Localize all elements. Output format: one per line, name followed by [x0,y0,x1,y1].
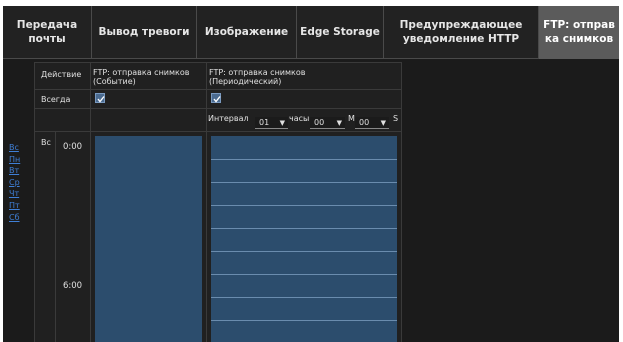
chevron-down-icon: ▼ [279,119,285,127]
col1-always-cell [90,89,207,109]
schedule-divider [211,274,397,275]
always-label: Всегда [41,95,71,104]
seconds-value: 00 [359,118,370,127]
seconds-unit: S [393,114,399,123]
schedule-divider [211,182,397,183]
minutes-unit: М [348,114,355,123]
schedule-divider [211,320,397,321]
day-link-tue[interactable]: Вт [9,165,20,177]
time-label-0: 0:00 [63,142,83,152]
hours-value: 01 [259,118,270,127]
day-link-list: Вс Пн Вт Ср Чт Пт Сб [9,142,20,223]
schedule-divider [211,159,397,160]
col1-always-checkbox[interactable] [95,93,105,103]
interval-label: Интервал [208,114,249,123]
interval-cell: Интервал 01 ▼ часы 00 ▼ М 00 ▼ S [206,108,402,132]
tab-alarm-output[interactable]: Вывод тревоги [92,6,197,59]
day-link-sun[interactable]: Вс [9,142,20,154]
hours-unit: часы [289,114,310,123]
tab-image[interactable]: Изображение [197,6,297,59]
chevron-down-icon: ▼ [336,119,342,127]
col2-always-cell [206,89,402,109]
col2-always-checkbox[interactable] [211,93,221,103]
day-link-fri[interactable]: Пт [9,200,20,212]
day-label-cell: Вс [34,131,56,342]
always-label-cell: Всегда [34,89,91,109]
event-schedule-block[interactable] [95,136,202,342]
day-link-mon[interactable]: Пн [9,154,20,166]
day-link-wed[interactable]: Ср [9,177,20,189]
tab-bar: Передача почты Вывод тревоги Изображение… [3,6,619,59]
periodic-schedule-block[interactable] [211,136,397,342]
interval-left-cell [34,108,91,132]
tab-edge-storage[interactable]: Edge Storage [297,6,384,59]
action-header-cell: Действие [34,62,91,90]
time-label-6: 6:00 [63,281,83,291]
time-axis-cell: 0:00 6:00 [55,131,91,342]
col1-header-cell: FTP: отправка снимков (Событие) [90,62,207,90]
tab-mail[interactable]: Передача почты [3,6,92,59]
schedule-divider [211,297,397,298]
col2-schedule-cell [206,131,402,342]
schedule-divider [211,251,397,252]
interval-mid-cell [90,108,207,132]
current-day-label: Вс [41,138,51,147]
action-label: Действие [41,70,82,79]
checkmark-icon [213,96,221,103]
tab-ftp-snapshot[interactable]: FTP: отправ ка снимков [539,6,619,59]
col1-schedule-cell [90,131,207,342]
day-link-sat[interactable]: Сб [9,212,20,224]
col2-header: FTP: отправка снимков (Периодический) [209,68,306,86]
minutes-value: 00 [314,118,325,127]
col2-header-cell: FTP: отправка снимков (Периодический) [206,62,402,90]
schedule-divider [211,228,397,229]
col1-header: FTP: отправка снимков (Событие) [93,68,190,86]
chevron-down-icon: ▼ [380,119,386,127]
schedule-divider [211,205,397,206]
hours-select[interactable]: 01 ▼ [255,117,288,129]
app-frame: Передача почты Вывод тревоги Изображение… [3,6,619,342]
minutes-select[interactable]: 00 ▼ [310,117,345,129]
checkmark-icon [97,96,105,103]
seconds-select[interactable]: 00 ▼ [355,117,389,129]
tab-http-notification[interactable]: Предупреждающее уведомление HTTP [384,6,539,59]
day-link-thu[interactable]: Чт [9,188,20,200]
